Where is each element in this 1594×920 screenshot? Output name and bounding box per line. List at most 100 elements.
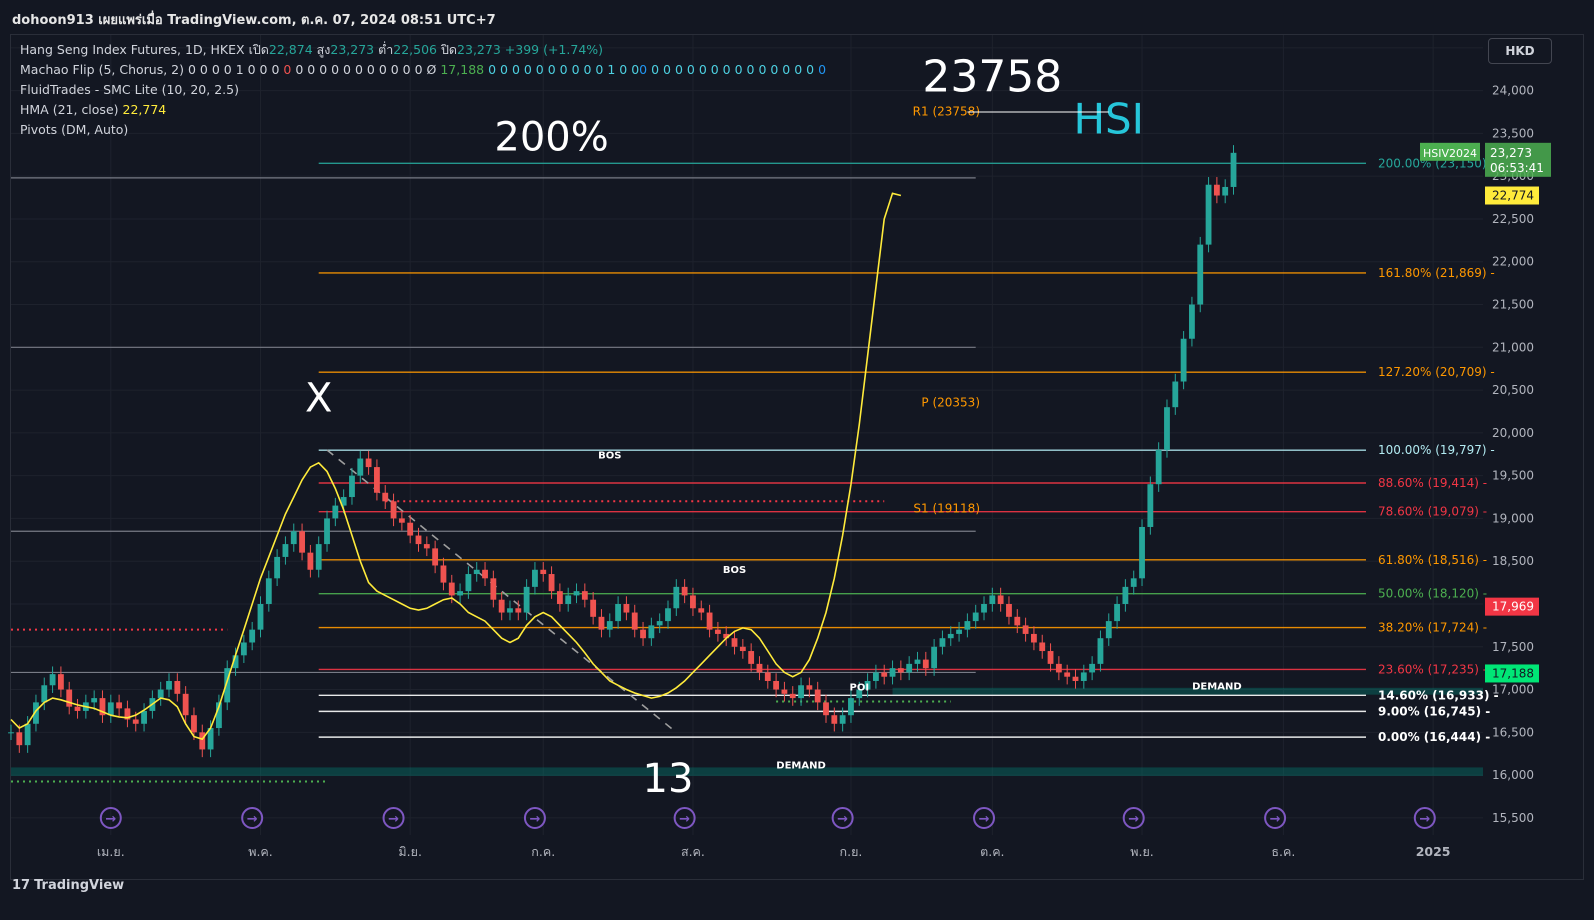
candle-body [1222,186,1229,196]
axis-price-value: 17,188 [1492,666,1534,680]
candle-body [465,574,472,592]
y-tick-label: 23,500 [1492,126,1534,140]
candle-body [1147,484,1154,527]
candle-body [1047,651,1054,664]
machao-values-e: 0 [639,62,648,77]
currency-button[interactable]: HKD [1488,38,1552,64]
candle-body [997,595,1004,604]
candle-body [897,668,904,673]
candle-body [357,458,364,476]
y-tick-label: 16,000 [1492,768,1534,782]
candle-body [515,608,522,613]
fib-level-label: 0.00% (16,444) - [1378,730,1490,744]
candle-body [540,569,547,575]
zone-label: DEMAND [776,760,826,771]
candle-body [690,595,696,609]
y-tick-label: 22,000 [1492,255,1534,269]
tradingview-logo-icon: 17 [12,878,31,893]
candle-body [1072,676,1079,681]
candle-body [307,552,314,570]
last-price-value: 23,273 [1490,146,1532,160]
candle-body [332,505,339,519]
candle-body [498,599,505,613]
candle-body [1155,449,1162,485]
legend-symbol-row[interactable]: Hang Seng Index Futures, 1D, HKEX เปิด22… [20,40,826,60]
candle-body [74,706,81,711]
candle-body [922,659,929,669]
candle-body [91,698,98,703]
y-tick-label: 19,500 [1492,469,1534,483]
event-arrow-icon: → [529,812,540,827]
fib-level-label: 38.20% (17,724) - [1378,621,1487,635]
brand-name: TradingView [34,878,125,893]
hma-name: HMA (21, close) [20,102,119,117]
candle-body [748,651,755,664]
candle-body [457,591,463,596]
candle-body [1014,616,1021,626]
candle-body [665,608,671,622]
candle-body [57,674,64,690]
candle-body [324,518,330,545]
x-tick-label: ก.ค. [531,844,555,859]
candle-body [1205,184,1212,245]
legend-fluid-row[interactable]: FluidTrades - SMC Lite (10, 20, 2.5) [20,80,826,100]
axis-price-value: 17,969 [1492,600,1534,614]
candle-body [914,659,921,664]
candle-body [631,612,638,630]
candle-body [1197,244,1204,305]
candle-body [432,548,439,566]
zone-label: BOS [598,451,621,462]
candle-body [423,544,430,549]
machao-values-d: 0 0 0 0 0 0 0 0 0 0 1 0 0 [488,62,640,77]
candle-body [947,633,954,639]
legend-machao-row[interactable]: Machao Flip (5, Chorus, 2) 0 0 0 0 1 0 0… [20,60,826,80]
candle-body [1130,578,1137,587]
pivot-label: S1 (19118) [913,501,980,515]
candle-body [382,492,389,502]
candle-body [731,638,738,647]
candle-body [265,578,272,604]
candle-body [831,715,838,724]
close-value: 23,273 [457,42,501,57]
machao-values-a: 0 0 0 0 1 0 0 0 [187,62,280,77]
candle-body [623,603,630,613]
fib-level-label: 14.60% (16,933) - [1378,688,1499,702]
candle-body [523,586,530,613]
fluid-name: FluidTrades - SMC Lite (10, 20, 2.5) [20,82,239,97]
candle-body [764,672,771,681]
fib-level-label: 78.60% (19,079) - [1378,505,1487,519]
open-label: เปิด [248,42,269,57]
candle-body [673,586,680,609]
candle-body [1064,672,1071,677]
y-tick-label: 24,000 [1492,84,1534,98]
candle-body [756,663,763,673]
event-arrow-icon: → [1128,812,1139,827]
candle-body [1122,586,1129,604]
candle-body [66,689,73,707]
fib-level-label: 9.00% (16,745) - [1378,704,1490,718]
legend-hma-row[interactable]: HMA (21, close) 22,774 [20,100,826,120]
fib-level-label: 100.00% (19,797) - [1378,443,1495,457]
change-value: +399 (+1.74%) [504,42,604,57]
candle-body [606,621,613,630]
candle-body [8,732,14,734]
candle-body [814,689,821,703]
candle-body [415,535,422,545]
candle-body [581,591,588,600]
candle-body [556,591,563,604]
open-value: 22,874 [268,42,313,57]
candle-body [1022,625,1029,634]
x-tick-label: 2025 [1416,844,1451,859]
symbol-tag-label: HSIV2024 [1423,147,1477,160]
candle-body [290,531,297,545]
legend-pivots-row[interactable]: Pivots (DM, Auto) [20,120,826,140]
machao-values-g: 0 [818,62,827,77]
x-tick-label: พ.ค. [248,844,273,859]
candle-body [365,458,372,468]
candle-body [848,698,854,716]
x-tick-label: ส.ค. [681,844,705,859]
candle-body [41,685,48,703]
candle-body [881,672,888,677]
y-tick-label: 16,500 [1492,725,1534,739]
low-label: ต่ำ [378,42,394,57]
